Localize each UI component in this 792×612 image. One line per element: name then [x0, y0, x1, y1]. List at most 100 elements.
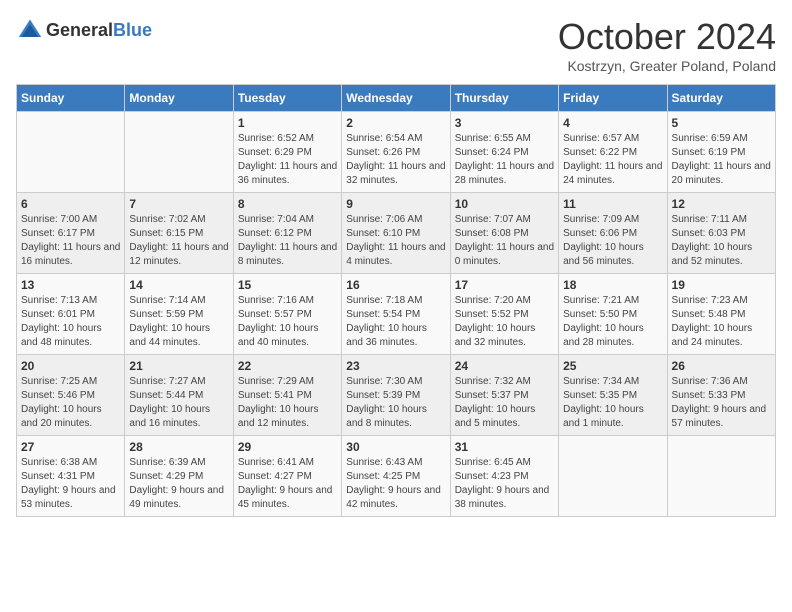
day-info: Sunrise: 7:32 AM Sunset: 5:37 PM Dayligh…	[455, 375, 554, 431]
calendar-cell: 2 Sunrise: 6:54 AM Sunset: 6:26 PM Daylig…	[342, 112, 450, 193]
calendar-cell: 11Sunrise: 7:09 AM Sunset: 6:06 PM Dayli…	[559, 193, 667, 274]
calendar-cell: 16 Sunrise: 7:18 AM Sunset: 5:54 PM Dayli…	[342, 274, 450, 355]
calendar-cell	[667, 436, 775, 517]
calendar-cell: 17 Sunrise: 7:20 AM Sunset: 5:52 PM Dayli…	[450, 274, 558, 355]
header-day-wednesday: Wednesday	[342, 85, 450, 112]
calendar-cell: 20 Sunrise: 7:25 AM Sunset: 5:46 PM Dayli…	[17, 355, 125, 436]
day-info: Sunrise: 6:39 AM Sunset: 4:29 PM Dayligh…	[129, 456, 228, 512]
calendar-cell: 9Sunrise: 7:06 AM Sunset: 6:10 PM Daylig…	[342, 193, 450, 274]
calendar-cell	[125, 112, 233, 193]
day-number: 26	[672, 359, 771, 373]
day-number: 19	[672, 278, 771, 292]
day-number: 24	[455, 359, 554, 373]
day-info: Sunrise: 7:27 AM Sunset: 5:44 PM Dayligh…	[129, 375, 228, 431]
day-number: 20	[21, 359, 120, 373]
calendar-cell: 3 Sunrise: 6:55 AM Sunset: 6:24 PM Daylig…	[450, 112, 558, 193]
calendar-cell: 13Sunrise: 7:13 AM Sunset: 6:01 PM Dayli…	[17, 274, 125, 355]
calendar-body: 1Sunrise: 6:52 AM Sunset: 6:29 PM Daylig…	[17, 112, 776, 517]
day-number: 9	[346, 197, 445, 211]
calendar-cell: 29 Sunrise: 6:41 AM Sunset: 4:27 PM Dayli…	[233, 436, 341, 517]
day-number: 10	[455, 197, 554, 211]
day-number: 12	[672, 197, 771, 211]
header-row: SundayMondayTuesdayWednesdayThursdayFrid…	[17, 85, 776, 112]
day-info: Sunrise: 7:21 AM Sunset: 5:50 PM Dayligh…	[563, 294, 662, 350]
day-number: 31	[455, 440, 554, 454]
day-info: Sunrise: 7:04 AM Sunset: 6:12 PM Dayligh…	[238, 213, 337, 269]
day-info: Sunrise: 7:07 AM Sunset: 6:08 PM Dayligh…	[455, 213, 554, 269]
day-number: 21	[129, 359, 228, 373]
logo-general: General	[46, 20, 113, 40]
calendar-cell: 26 Sunrise: 7:36 AM Sunset: 5:33 PM Dayli…	[667, 355, 775, 436]
month-title: October 2024	[558, 16, 776, 58]
day-info: Sunrise: 7:18 AM Sunset: 5:54 PM Dayligh…	[346, 294, 445, 350]
header-day-sunday: Sunday	[17, 85, 125, 112]
calendar-cell: 6 Sunrise: 7:00 AM Sunset: 6:17 PM Daylig…	[17, 193, 125, 274]
day-info: Sunrise: 6:57 AM Sunset: 6:22 PM Dayligh…	[563, 132, 662, 188]
day-info: Sunrise: 6:55 AM Sunset: 6:24 PM Dayligh…	[455, 132, 554, 188]
day-number: 3	[455, 116, 554, 130]
calendar-cell: 5 Sunrise: 6:59 AM Sunset: 6:19 PM Daylig…	[667, 112, 775, 193]
calendar-cell: 18 Sunrise: 7:21 AM Sunset: 5:50 PM Dayli…	[559, 274, 667, 355]
day-number: 27	[21, 440, 120, 454]
calendar-cell: 19 Sunrise: 7:23 AM Sunset: 5:48 PM Dayli…	[667, 274, 775, 355]
day-info: Sunrise: 6:41 AM Sunset: 4:27 PM Dayligh…	[238, 456, 337, 512]
day-info: Sunrise: 6:54 AM Sunset: 6:26 PM Dayligh…	[346, 132, 445, 188]
calendar-header: SundayMondayTuesdayWednesdayThursdayFrid…	[17, 85, 776, 112]
day-number: 16	[346, 278, 445, 292]
header-day-tuesday: Tuesday	[233, 85, 341, 112]
logo-icon	[16, 16, 44, 44]
day-number: 17	[455, 278, 554, 292]
header-day-saturday: Saturday	[667, 85, 775, 112]
day-info: Sunrise: 7:30 AM Sunset: 5:39 PM Dayligh…	[346, 375, 445, 431]
day-info: Sunrise: 7:20 AM Sunset: 5:52 PM Dayligh…	[455, 294, 554, 350]
logo-blue: Blue	[113, 20, 152, 40]
week-row-1: 1Sunrise: 6:52 AM Sunset: 6:29 PM Daylig…	[17, 112, 776, 193]
logo: GeneralBlue	[16, 16, 152, 44]
header-day-monday: Monday	[125, 85, 233, 112]
day-info: Sunrise: 7:02 AM Sunset: 6:15 PM Dayligh…	[129, 213, 228, 269]
calendar-cell: 24 Sunrise: 7:32 AM Sunset: 5:37 PM Dayli…	[450, 355, 558, 436]
week-row-2: 6 Sunrise: 7:00 AM Sunset: 6:17 PM Daylig…	[17, 193, 776, 274]
day-info: Sunrise: 7:16 AM Sunset: 5:57 PM Dayligh…	[238, 294, 337, 350]
day-number: 22	[238, 359, 337, 373]
day-number: 18	[563, 278, 662, 292]
week-row-3: 13Sunrise: 7:13 AM Sunset: 6:01 PM Dayli…	[17, 274, 776, 355]
day-info: Sunrise: 7:36 AM Sunset: 5:33 PM Dayligh…	[672, 375, 771, 431]
day-info: Sunrise: 7:00 AM Sunset: 6:17 PM Dayligh…	[21, 213, 120, 269]
title-area: October 2024 Kostrzyn, Greater Poland, P…	[558, 16, 776, 74]
calendar-cell: 14Sunrise: 7:14 AM Sunset: 5:59 PM Dayli…	[125, 274, 233, 355]
day-number: 30	[346, 440, 445, 454]
day-info: Sunrise: 7:29 AM Sunset: 5:41 PM Dayligh…	[238, 375, 337, 431]
day-number: 5	[672, 116, 771, 130]
calendar-cell: 28Sunrise: 6:39 AM Sunset: 4:29 PM Dayli…	[125, 436, 233, 517]
day-number: 1	[238, 116, 337, 130]
week-row-4: 20 Sunrise: 7:25 AM Sunset: 5:46 PM Dayli…	[17, 355, 776, 436]
day-info: Sunrise: 7:34 AM Sunset: 5:35 PM Dayligh…	[563, 375, 662, 431]
day-number: 2	[346, 116, 445, 130]
day-number: 15	[238, 278, 337, 292]
day-info: Sunrise: 6:38 AM Sunset: 4:31 PM Dayligh…	[21, 456, 120, 512]
calendar-cell: 10 Sunrise: 7:07 AM Sunset: 6:08 PM Dayli…	[450, 193, 558, 274]
header-day-thursday: Thursday	[450, 85, 558, 112]
calendar-cell: 7Sunrise: 7:02 AM Sunset: 6:15 PM Daylig…	[125, 193, 233, 274]
calendar-cell: 8 Sunrise: 7:04 AM Sunset: 6:12 PM Daylig…	[233, 193, 341, 274]
day-info: Sunrise: 7:25 AM Sunset: 5:46 PM Dayligh…	[21, 375, 120, 431]
calendar-cell: 22 Sunrise: 7:29 AM Sunset: 5:41 PM Dayli…	[233, 355, 341, 436]
day-number: 4	[563, 116, 662, 130]
week-row-5: 27 Sunrise: 6:38 AM Sunset: 4:31 PM Dayli…	[17, 436, 776, 517]
calendar-table: SundayMondayTuesdayWednesdayThursdayFrid…	[16, 84, 776, 517]
day-number: 23	[346, 359, 445, 373]
calendar-cell: 15 Sunrise: 7:16 AM Sunset: 5:57 PM Dayli…	[233, 274, 341, 355]
location-title: Kostrzyn, Greater Poland, Poland	[558, 58, 776, 74]
day-number: 29	[238, 440, 337, 454]
day-number: 8	[238, 197, 337, 211]
calendar-cell: 21 Sunrise: 7:27 AM Sunset: 5:44 PM Dayli…	[125, 355, 233, 436]
day-number: 11	[563, 197, 662, 211]
calendar-cell: 12Sunrise: 7:11 AM Sunset: 6:03 PM Dayli…	[667, 193, 775, 274]
day-number: 6	[21, 197, 120, 211]
day-info: Sunrise: 6:59 AM Sunset: 6:19 PM Dayligh…	[672, 132, 771, 188]
page-header: GeneralBlue October 2024 Kostrzyn, Great…	[16, 16, 776, 74]
day-info: Sunrise: 7:23 AM Sunset: 5:48 PM Dayligh…	[672, 294, 771, 350]
calendar-cell: 1Sunrise: 6:52 AM Sunset: 6:29 PM Daylig…	[233, 112, 341, 193]
calendar-cell	[559, 436, 667, 517]
